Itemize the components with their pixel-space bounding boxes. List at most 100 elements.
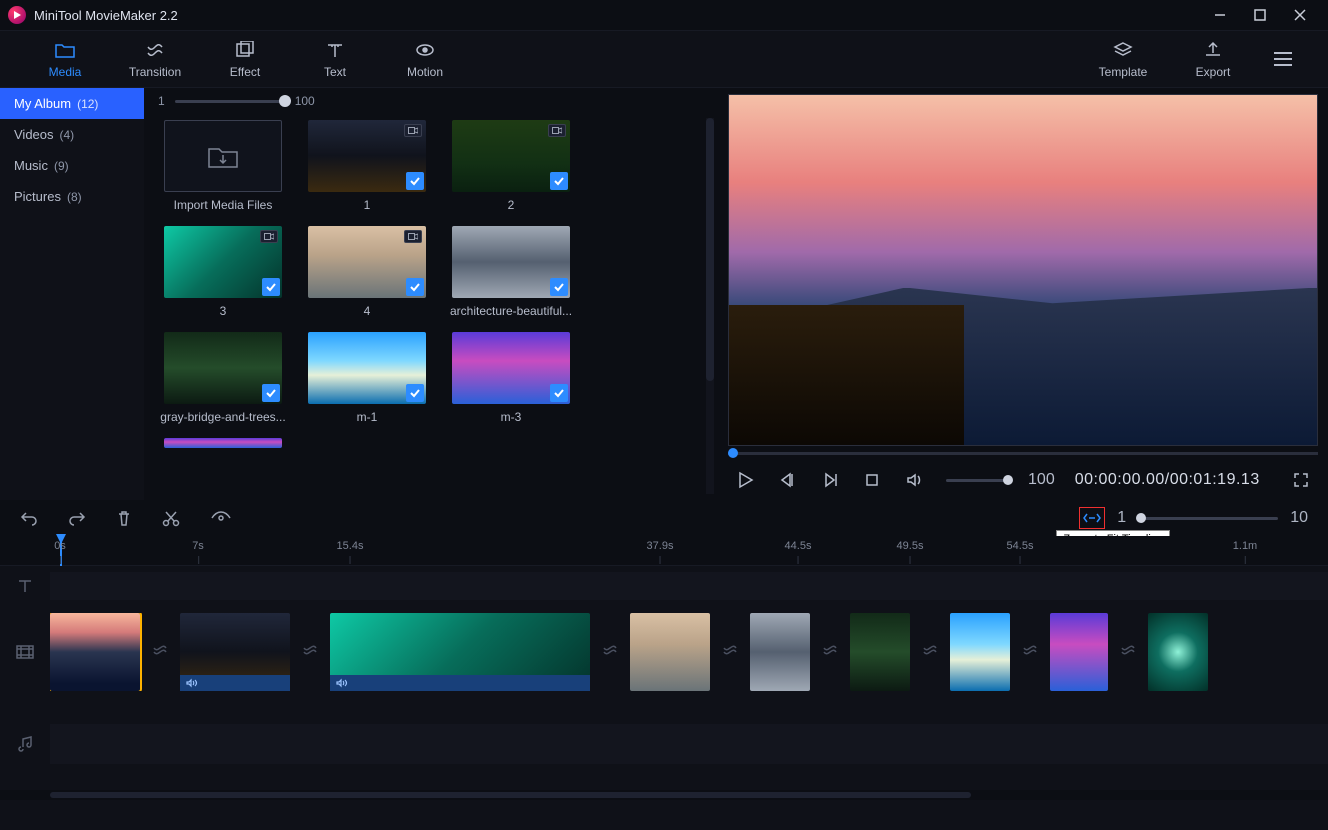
split-button[interactable]: [162, 509, 180, 527]
import-media-button[interactable]: [164, 120, 282, 192]
media-thumbnail[interactable]: [452, 332, 570, 404]
media-thumbnail[interactable]: [164, 226, 282, 298]
timeline-ruler[interactable]: 0s7s15.4s37.9s44.5s49.5s54.5s1.1m: [0, 536, 1328, 566]
media-caption: architecture-beautiful...: [446, 304, 576, 318]
media-thumbnail[interactable]: [452, 120, 570, 192]
transition-slot[interactable]: [148, 640, 172, 664]
gallery-scrollbar[interactable]: [706, 118, 714, 494]
sidebar-label: Videos: [14, 127, 54, 142]
gallery-zoom-slider[interactable]: [175, 100, 285, 103]
transition-slot[interactable]: [598, 640, 622, 664]
stop-button[interactable]: [861, 465, 883, 495]
media-label: Media: [49, 65, 82, 79]
media-thumbnail[interactable]: [308, 332, 426, 404]
prev-frame-button[interactable]: [776, 465, 798, 495]
timeline-clip[interactable]: [1050, 613, 1108, 691]
media-caption: m-3: [446, 410, 576, 424]
sidebar-label: Pictures: [14, 189, 61, 204]
sidebar-item-videos[interactable]: Videos (4): [0, 119, 144, 150]
next-frame-button[interactable]: [819, 465, 841, 495]
sidebar-item-my-album[interactable]: My Album (12): [0, 88, 144, 119]
album-sidebar: My Album (12)Videos (4)Music (9)Pictures…: [0, 88, 144, 500]
timeline-zoom-slider[interactable]: [1138, 517, 1278, 520]
media-thumbnail[interactable]: [164, 332, 282, 404]
check-icon: [406, 278, 424, 296]
video-track-icon: [0, 643, 50, 661]
ruler-tick: 44.5s: [785, 540, 812, 552]
window-minimize-button[interactable]: [1200, 0, 1240, 30]
video-badge-icon: [548, 124, 566, 137]
timeline-clip[interactable]: [1148, 613, 1208, 691]
media-thumbnail[interactable]: [452, 226, 570, 298]
zoom-to-fit-button[interactable]: [1079, 507, 1105, 529]
media-caption: 2: [446, 198, 576, 212]
play-button[interactable]: [734, 465, 756, 495]
redo-button[interactable]: [68, 510, 86, 526]
text-track-row: [0, 566, 1328, 606]
media-caption: 1: [302, 198, 432, 212]
transition-tab[interactable]: Transition: [110, 39, 200, 79]
check-icon: [550, 278, 568, 296]
timeline-clip[interactable]: [180, 613, 290, 691]
undo-button[interactable]: [20, 510, 38, 526]
timeline-clip[interactable]: [330, 613, 590, 691]
timeline-clip[interactable]: [950, 613, 1010, 691]
video-badge-icon: [404, 230, 422, 243]
transition-slot[interactable]: [1018, 640, 1042, 664]
sidebar-count: (8): [67, 190, 82, 204]
media-thumbnail[interactable]: [308, 120, 426, 192]
volume-slider[interactable]: [946, 479, 1008, 482]
menu-button[interactable]: [1258, 39, 1308, 79]
check-icon: [262, 384, 280, 402]
transition-slot[interactable]: [718, 640, 742, 664]
sidebar-item-pictures[interactable]: Pictures (8): [0, 181, 144, 212]
media-caption: m-1: [302, 410, 432, 424]
timeline-clip[interactable]: [750, 613, 810, 691]
preview-controls: 100 00:00:00.00/00:01:19.13: [728, 460, 1318, 500]
media-caption: gray-bridge-and-trees...: [158, 410, 288, 424]
export-button[interactable]: Export: [1168, 39, 1258, 79]
transition-slot[interactable]: [298, 640, 322, 664]
timeline-tools: 1 10 Zoom to Fit Timeline: [0, 500, 1328, 536]
sidebar-label: Music: [14, 158, 48, 173]
timeline-tracks: [0, 566, 1328, 830]
music-track-row: [0, 698, 1328, 790]
sidebar-item-music[interactable]: Music (9): [0, 150, 144, 181]
timeline-clip[interactable]: [50, 613, 140, 691]
media-thumbnail[interactable]: [164, 438, 282, 448]
effect-tab[interactable]: Effect: [200, 39, 290, 79]
media-tab[interactable]: Media: [20, 39, 110, 79]
timeline-zoom-min: 1: [1117, 509, 1126, 527]
timeline-clip[interactable]: [850, 613, 910, 691]
window-maximize-button[interactable]: [1240, 0, 1280, 30]
video-track-row: [0, 606, 1328, 698]
text-track[interactable]: [50, 572, 1328, 600]
video-track[interactable]: [50, 613, 1328, 691]
transition-slot[interactable]: [918, 640, 942, 664]
import-label: Import Media Files: [158, 198, 288, 212]
music-track[interactable]: [50, 724, 1328, 764]
template-icon: [1112, 39, 1134, 61]
export-icon: [1202, 39, 1224, 61]
window-close-button[interactable]: [1280, 0, 1320, 30]
media-thumbnail[interactable]: [308, 226, 426, 298]
ruler-tick: 37.9s: [647, 540, 674, 552]
preview-viewport[interactable]: [728, 94, 1318, 446]
timeline-scrollbar[interactable]: [0, 790, 1328, 800]
ruler-tick: 49.5s: [897, 540, 924, 552]
fullscreen-button[interactable]: [1290, 465, 1312, 495]
text-tab[interactable]: Text: [290, 39, 380, 79]
music-track-icon: [0, 735, 50, 753]
transition-slot[interactable]: [818, 640, 842, 664]
folder-icon: [54, 39, 76, 61]
motion-tab[interactable]: Motion: [380, 39, 470, 79]
timeline-clip[interactable]: [630, 613, 710, 691]
volume-value: 100: [1028, 471, 1055, 489]
crop-button[interactable]: [210, 510, 232, 526]
delete-button[interactable]: [116, 509, 132, 527]
template-tab[interactable]: Template: [1078, 39, 1168, 79]
gallery-zoom-max: 100: [295, 94, 315, 108]
preview-seekbar[interactable]: [728, 446, 1318, 460]
volume-button[interactable]: [903, 465, 925, 495]
transition-slot[interactable]: [1116, 640, 1140, 664]
